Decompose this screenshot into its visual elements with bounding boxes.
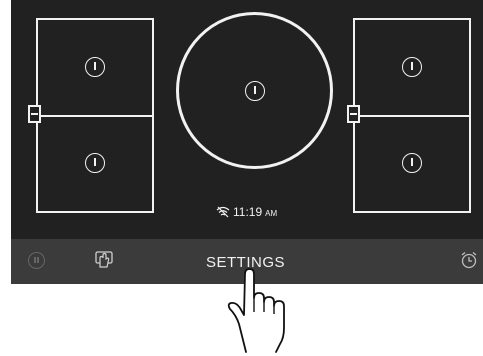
left-zone-divider — [38, 115, 152, 117]
right-zone-divider — [355, 115, 469, 117]
left-rear-zone-power-icon[interactable] — [85, 153, 105, 173]
hand-pointer-icon — [227, 268, 285, 353]
wifi-off-icon — [216, 206, 230, 218]
left-bridge-toggle-icon[interactable] — [28, 105, 41, 123]
left-front-zone-power-icon[interactable] — [85, 57, 105, 77]
cooktop-panel: 11:19 AM SETTINGS — [11, 0, 483, 284]
right-rear-zone-power-icon[interactable] — [402, 153, 422, 173]
right-front-zone-power-icon[interactable] — [402, 57, 422, 77]
clock-time: 11:19 — [233, 205, 263, 219]
right-bridge-zone[interactable] — [353, 18, 471, 213]
left-bridge-zone[interactable] — [36, 18, 154, 213]
center-round-zone[interactable] — [176, 12, 333, 169]
clock-ampm: AM — [265, 209, 278, 218]
center-zone-power-icon[interactable] — [245, 81, 265, 101]
alarm-clock-icon[interactable] — [460, 251, 478, 269]
pause-icon[interactable] — [28, 252, 45, 269]
right-bridge-toggle-icon[interactable] — [347, 105, 360, 123]
hand-lock-icon[interactable] — [95, 251, 113, 269]
clock-display: 11:19 AM — [216, 205, 277, 219]
